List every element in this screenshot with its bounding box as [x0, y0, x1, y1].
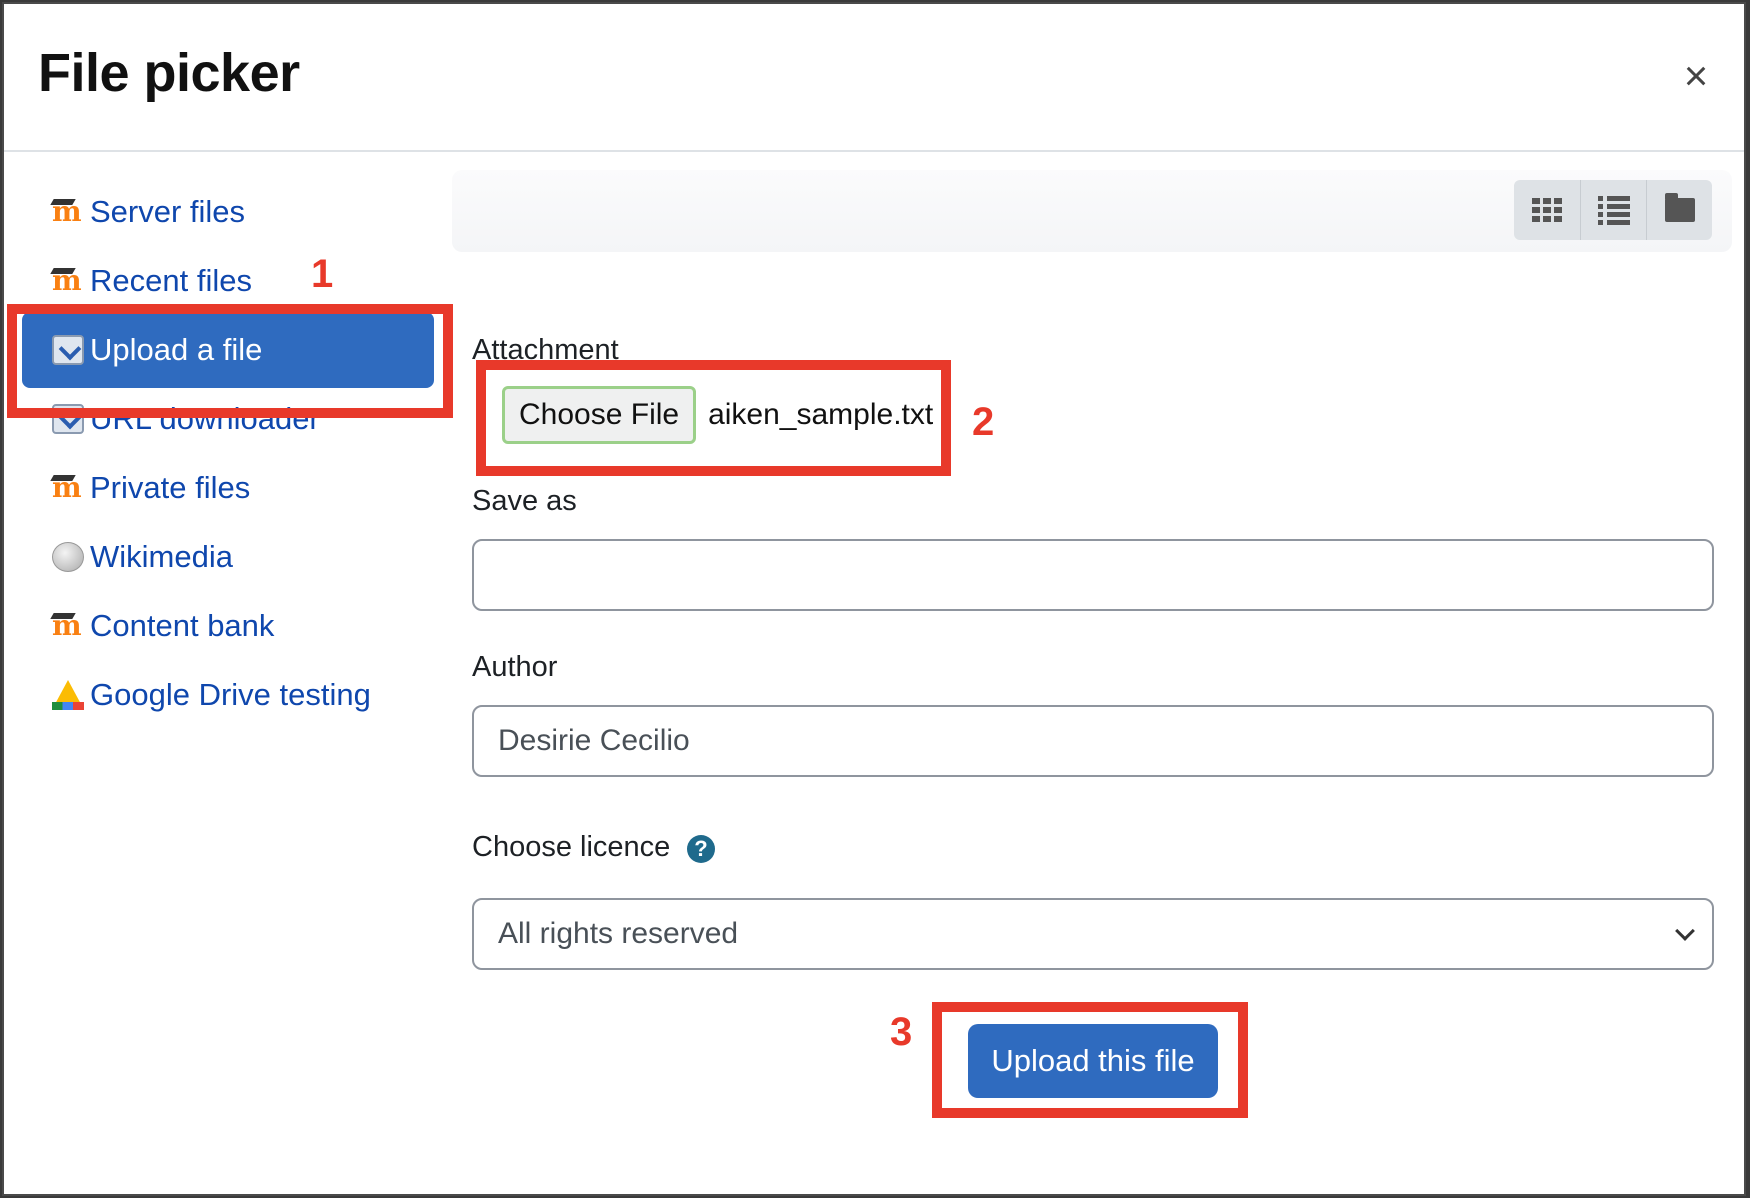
sidebar-item-private-files[interactable]: m Private files	[22, 450, 434, 526]
help-icon[interactable]: ?	[687, 835, 715, 863]
annotation-box-2	[476, 360, 951, 476]
licence-select[interactable]: All rights reserved	[472, 898, 1714, 970]
google-drive-icon	[52, 680, 84, 710]
annotation-step-1: 1	[311, 252, 334, 296]
sidebar-item-content-bank[interactable]: m Content bank	[22, 588, 434, 664]
dialog-title: File picker	[38, 43, 300, 103]
view-switcher	[1514, 180, 1712, 240]
file-view-toolbar	[452, 170, 1732, 252]
sidebar-item-label: Content bank	[90, 608, 275, 643]
save-as-label: Save as	[472, 485, 577, 517]
annotation-box-1	[7, 304, 453, 418]
licence-selected-value: All rights reserved	[498, 917, 739, 950]
author-label: Author	[472, 651, 558, 683]
dialog-header: File picker ×	[4, 4, 1744, 152]
annotation-box-3	[932, 1002, 1248, 1118]
chevron-down-icon	[1675, 921, 1695, 941]
annotation-step-3: 3	[890, 1010, 913, 1054]
moodle-icon: m	[52, 266, 84, 296]
sidebar-item-label: Recent files	[90, 263, 252, 298]
sidebar-item-label: Private files	[90, 470, 251, 505]
sidebar-item-google-drive[interactable]: Google Drive testing	[22, 657, 434, 733]
moodle-icon: m	[52, 197, 84, 227]
author-input[interactable]: Desirie Cecilio	[472, 705, 1714, 777]
grid-view-icon[interactable]	[1514, 180, 1580, 240]
sidebar-item-server-files[interactable]: m Server files	[22, 174, 434, 250]
file-picker-dialog: File picker × m Server files m Recent fi…	[2, 2, 1746, 1196]
folder-view-icon[interactable]	[1646, 180, 1712, 240]
licence-label: Choose licence	[472, 831, 671, 863]
close-icon[interactable]: ×	[1676, 55, 1716, 97]
sidebar-item-label: Wikimedia	[90, 539, 233, 574]
sidebar-item-wikimedia[interactable]: Wikimedia	[22, 519, 434, 595]
moodle-icon: m	[52, 611, 84, 641]
sidebar-item-label: Server files	[90, 194, 246, 229]
moodle-icon: m	[52, 473, 84, 503]
save-as-input[interactable]	[472, 539, 1714, 611]
list-view-icon[interactable]	[1580, 180, 1646, 240]
globe-icon	[52, 542, 84, 572]
annotation-step-2: 2	[972, 400, 995, 444]
sidebar-item-label: Google Drive testing	[90, 677, 371, 712]
